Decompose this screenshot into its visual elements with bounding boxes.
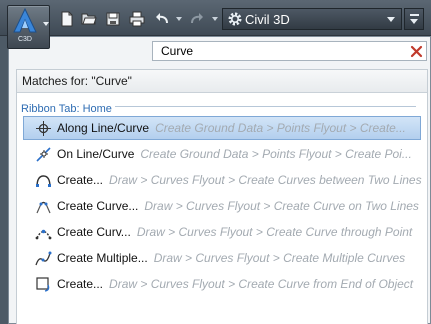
search-input[interactable] (153, 42, 403, 60)
matches-header: Matches for: "Curve" (17, 70, 427, 93)
undo-dropdown-arrow[interactable] (176, 17, 182, 21)
result-name: Create... (57, 173, 104, 187)
clear-search-icon[interactable] (410, 45, 423, 58)
result-name: Create Curv... (57, 225, 131, 239)
new-file-icon[interactable] (59, 11, 75, 27)
result-row[interactable]: Along Line/Curve Create Ground Data > Poi… (23, 116, 421, 140)
customize-bar-icon (410, 14, 419, 16)
gear-icon (228, 12, 242, 26)
result-row[interactable]: Create Curve... Draw > Curves Flyout > Cr… (23, 194, 421, 218)
chevron-down-icon (387, 17, 395, 22)
multiple-curves-icon (35, 251, 52, 266)
result-row[interactable]: Create... Draw > Curves Flyout > Create C… (23, 272, 421, 296)
point-on-curve-icon (36, 147, 51, 162)
plot-icon[interactable] (129, 11, 145, 27)
customize-arrow-icon (410, 19, 418, 24)
group-header: Ribbon Tab: Home (21, 99, 416, 115)
application-menu-button[interactable]: C3D (7, 5, 50, 49)
result-row[interactable]: On Line/Curve Create Ground Data > Points… (23, 142, 421, 166)
curve-on-two-lines-icon (36, 201, 51, 214)
app-label: C3D (17, 36, 32, 43)
curve-from-end-icon (36, 277, 50, 292)
result-row[interactable]: Create Multiple... Draw > Curves Flyout >… (23, 246, 421, 270)
quick-access-toolbar: C3D Civil 3D (0, 0, 431, 49)
search-box[interactable] (152, 41, 427, 61)
save-icon[interactable] (105, 11, 121, 27)
app-menu-dropdown-arrow (43, 22, 49, 26)
result-row[interactable]: Create... Draw > Curves Flyout > Create C… (23, 168, 422, 192)
result-name: Along Line/Curve (57, 121, 150, 135)
civil3d-logo-icon (13, 8, 37, 33)
search-results: Matches for: "Curve" Ribbon Tab: Home Al… (16, 69, 428, 324)
application-menu-panel: Matches for: "Curve" Ribbon Tab: Home Al… (8, 36, 431, 324)
result-row[interactable]: Create Curv... Draw > Curves Flyout > Cre… (23, 220, 421, 244)
curve-through-point-icon (35, 229, 52, 240)
result-path: Create Ground Data > Points Flyout > Cre… (140, 147, 412, 161)
point-along-curve-icon (36, 121, 51, 136)
customize-toolbar-button[interactable] (404, 8, 424, 30)
curve-between-lines-icon (36, 175, 51, 188)
result-name: Create... (57, 277, 104, 291)
result-name: Create Curve... (57, 199, 139, 213)
result-path: Draw > Curves Flyout > Create Curve thro… (136, 225, 413, 239)
result-path: Create Ground Data > Points Flyout > Cre… (155, 121, 406, 135)
result-path: Draw > Curves Flyout > Create Curves bet… (109, 173, 422, 187)
undo-icon[interactable] (154, 11, 170, 27)
result-name: Create Multiple... (57, 251, 148, 265)
result-path: Draw > Curves Flyout > Create Curve from… (109, 277, 414, 291)
redo-icon[interactable] (189, 11, 205, 27)
group-label: Ribbon Tab: Home (21, 103, 115, 115)
workspace-dropdown[interactable]: Civil 3D (222, 8, 402, 30)
result-path: Draw > Curves Flyout > Create Curve on T… (144, 199, 419, 213)
result-path: Draw > Curves Flyout > Create Multiple C… (153, 251, 406, 265)
result-name: On Line/Curve (57, 147, 135, 161)
workspace-label: Civil 3D (245, 12, 290, 27)
open-folder-icon[interactable] (81, 11, 97, 27)
redo-dropdown-arrow[interactable] (212, 17, 218, 21)
